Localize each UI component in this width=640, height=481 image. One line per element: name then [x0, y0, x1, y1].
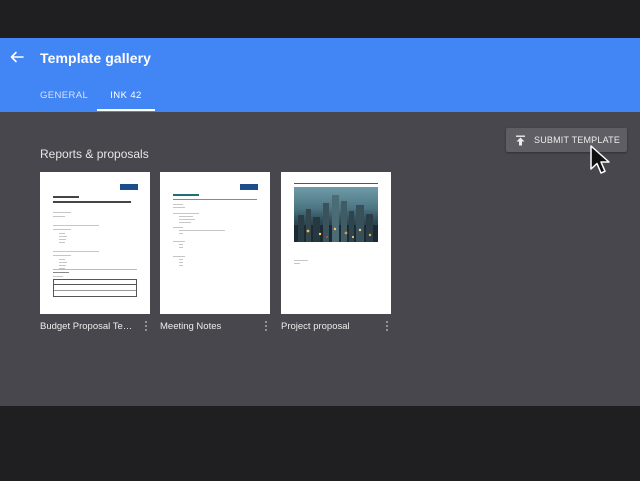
active-tab-indicator: [97, 109, 155, 111]
template-name-project-proposal[interactable]: Project proposal: [281, 321, 379, 332]
app-bar: Template gallery GENERAL INK 42: [0, 38, 640, 112]
tab-general[interactable]: GENERAL: [40, 90, 88, 112]
screen-frame: Template gallery GENERAL INK 42 SUBMIT T…: [0, 0, 640, 481]
ink-badge: [240, 184, 258, 190]
more-options-icon[interactable]: [142, 320, 150, 333]
page-title: Template gallery: [40, 50, 152, 66]
table-top-border: [53, 279, 137, 280]
ink-badge: [120, 184, 138, 190]
doc-heading: [53, 196, 79, 198]
more-options-icon[interactable]: [383, 320, 391, 333]
template-name-meeting-notes[interactable]: Meeting Notes: [160, 321, 258, 332]
template-card-meeting-notes[interactable]: [160, 172, 270, 314]
template-card-project-proposal[interactable]: [281, 172, 391, 314]
template-card-budget-proposal[interactable]: [40, 172, 150, 314]
back-arrow-icon[interactable]: [8, 48, 26, 66]
mouse-cursor-icon: [590, 145, 610, 174]
section-title: Reports & proposals: [40, 147, 149, 161]
doc-subheading: [53, 201, 131, 203]
table-bottom-border: [53, 296, 137, 297]
submit-template-label: SUBMIT TEMPLATE: [534, 135, 621, 145]
doc-heading: [173, 194, 199, 196]
template-name-budget-proposal[interactable]: Budget Proposal Template: [40, 321, 138, 332]
city-skyline-image: [294, 187, 378, 242]
more-options-icon[interactable]: [262, 320, 270, 333]
upload-icon: [516, 135, 525, 145]
template-gallery-window: Template gallery GENERAL INK 42 SUBMIT T…: [0, 38, 640, 406]
